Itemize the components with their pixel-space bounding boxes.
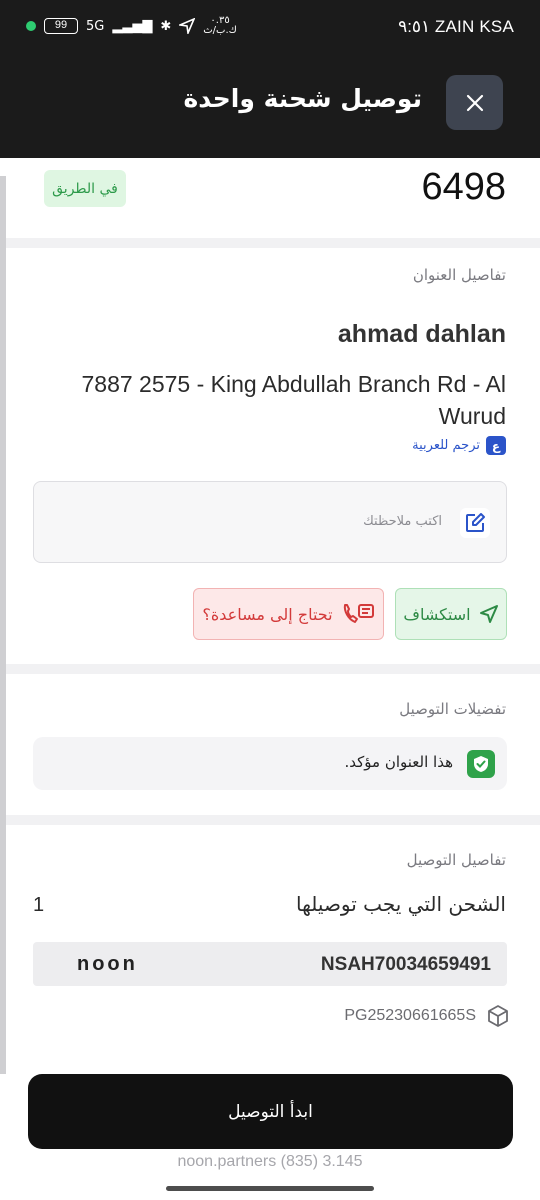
shipments-count: 1 (33, 894, 45, 916)
close-button[interactable] (446, 75, 503, 130)
translate-link[interactable]: ع ترجم للعربية (412, 436, 506, 455)
shipment-row[interactable]: NSAH70034659491 noon (33, 942, 507, 986)
navigation-icon (479, 605, 498, 623)
delivery-section-label: تفاصيل التوصيل (406, 851, 506, 869)
network-type: 5G (86, 18, 105, 34)
privacy-dot-icon (26, 21, 36, 31)
address-text: 7887 2575 - King Abdullah Branch Rd - Al… (81, 371, 506, 429)
address-section-label: تفاصيل العنوان (412, 266, 506, 284)
battery-icon: 99 (44, 18, 78, 34)
edit-note-icon (460, 508, 490, 538)
close-icon (466, 94, 483, 111)
address-verified-banner: هذا العنوان مؤكد. (33, 737, 507, 790)
start-delivery-label: ابدأ التوصيل (228, 1101, 313, 1122)
shipments-label: الشحن التي يجب توصيلها (295, 892, 506, 916)
help-button[interactable]: تحتاج إلى مساعدة؟ (193, 588, 384, 640)
carrier-name: ZAIN KSA (434, 17, 514, 36)
order-number: 6498 (421, 166, 506, 208)
help-label: تحتاج إلى مساعدة؟ (202, 604, 333, 624)
location-icon (179, 18, 196, 34)
explore-label: استكشاف (403, 604, 471, 624)
brand-label: noon (77, 953, 138, 975)
package-icon (488, 1005, 508, 1027)
carrier-time: ٩:٥١ ZAIN KSA (398, 17, 514, 37)
signal-icon: ▂▃▅▇ (112, 18, 153, 34)
bluetooth-icon: ✱ (160, 18, 172, 34)
support-call-icon (343, 604, 374, 623)
note-input[interactable]: اكتب ملاحظتك (33, 481, 507, 563)
page-title: توصيل شحنة واحدة (183, 84, 422, 113)
package-row: PG25230661665S (344, 1004, 510, 1028)
footer-version: noon.partners (835) 3.145 (177, 1153, 363, 1170)
section-divider (6, 815, 540, 825)
home-indicator[interactable] (166, 1186, 374, 1191)
clock: ٩:٥١ (398, 17, 431, 36)
order-summary: 6498 في الطريق (6, 158, 540, 238)
awb-number: NSAH70034659491 (320, 954, 491, 975)
start-delivery-button[interactable]: ابدأ التوصيل (28, 1074, 513, 1149)
data-speed-unit: ك.ب/ث (203, 25, 237, 36)
data-speed: ٠.٣٥ ك.ب/ث (203, 16, 237, 36)
translate-icon: ع (486, 436, 506, 455)
section-divider (6, 238, 540, 248)
customer-name: ahmad dahlan (337, 320, 506, 348)
scroll-rail (0, 176, 6, 1074)
section-divider (6, 664, 540, 674)
package-id: PG25230661665S (344, 1007, 476, 1024)
translate-label: ترجم للعربية (412, 438, 480, 453)
preferences-section-label: تفضيلات التوصيل (399, 700, 506, 718)
note-placeholder: اكتب ملاحظتك (363, 514, 442, 529)
explore-button[interactable]: استكشاف (395, 588, 507, 640)
verified-shield-icon (467, 750, 495, 778)
status-bar: 99 5G ▂▃▅▇ ✱ ٠.٣٥ ك.ب/ث ٩:٥١ ZAIN KSA (0, 0, 540, 56)
verified-text: هذا العنوان مؤكد. (344, 753, 454, 771)
status-badge: في الطريق (44, 170, 126, 207)
status-icons: 99 5G ▂▃▅▇ ✱ ٠.٣٥ ك.ب/ث (26, 16, 237, 36)
header: توصيل شحنة واحدة (0, 56, 540, 158)
